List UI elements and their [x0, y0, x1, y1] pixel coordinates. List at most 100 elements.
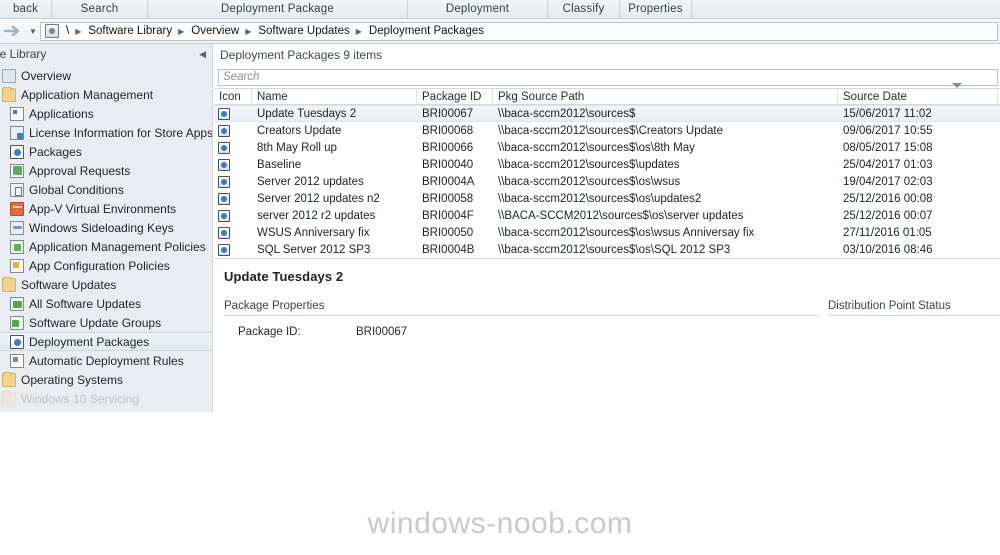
detail-pane: Update Tuesdays 2 Package Properties Pac… [214, 260, 1000, 338]
sidebar-item-label: Operating Systems [21, 372, 124, 387]
distribution-point-status-column: Distribution Point Status [818, 300, 1000, 338]
row-icon-cell [214, 192, 252, 205]
sidebar-item-deployment-packages[interactable]: Deployment Packages [0, 332, 212, 351]
table-row[interactable]: Server 2012 updates n2 BRI00058 \\baca-scc… [214, 190, 1000, 207]
sidebar-item-app-configuration-policies[interactable]: App Configuration Policies [0, 256, 212, 275]
navigation-pane-header: are Library ◀ [0, 44, 212, 64]
cell-source-path: \\baca-sccm2012\sources$\updates [498, 158, 680, 171]
cell-source-date: 09/06/2017 10:55 [843, 124, 933, 137]
package-properties-list: Package ID: BRI00067 [224, 316, 818, 338]
sidebar-item-automatic-deployment-rules[interactable]: Automatic Deployment Rules [0, 351, 212, 370]
breadcrumb-item[interactable]: Deployment Packages [366, 25, 487, 37]
table-row[interactable]: WSUS Anniversary fix BRI00050 \\baca-sccm2… [214, 224, 1000, 241]
search-input[interactable]: Search [218, 68, 998, 86]
sidebar-item-label: Windows Sideloading Keys [29, 220, 174, 235]
chevron-right-icon[interactable]: ▶ [72, 27, 85, 36]
table-row[interactable]: Baseline BRI00040 \\baca-sccm2012\sources$… [214, 156, 1000, 173]
package-icon [218, 124, 230, 137]
sidebar-item-label: Application Management [21, 87, 154, 102]
sidebar-item-windows-sideloading-keys[interactable]: Windows Sideloading Keys [0, 218, 212, 237]
distribution-point-status-heading: Distribution Point Status [828, 300, 1000, 316]
chevron-right-icon[interactable]: ▶ [353, 27, 366, 36]
chevron-right-icon[interactable]: ▶ [175, 27, 188, 36]
forward-arrow-icon[interactable] [0, 19, 26, 44]
sidebar-item-label: Overview [21, 68, 72, 83]
cell-package-id: BRI00067 [422, 107, 474, 120]
cell-source-path: \\baca-sccm2012\sources$ [498, 107, 636, 120]
sidebar-item-license-information-for-store-apps[interactable]: License Information for Store Apps [0, 123, 212, 142]
breadcrumb-item[interactable]: Overview [188, 25, 242, 37]
table-row[interactable]: Creators Update BRI00068 \\baca-sccm2012\s… [214, 122, 1000, 139]
sidebar-item-global-conditions[interactable]: Global Conditions [0, 180, 212, 199]
ribbon-tab-back[interactable]: back [0, 0, 52, 18]
navigation-tree: Overview Application Management Applicatio… [0, 64, 212, 408]
ribbon-tab-search[interactable]: Search [52, 0, 148, 18]
package-list: Update Tuesdays 2 BRI00067 \\baca-sccm2012… [214, 105, 1000, 258]
breadcrumb-item[interactable]: Software Library [85, 25, 175, 37]
collapse-left-icon[interactable]: ◀ [199, 49, 206, 60]
sidebar-item-label: Applications [29, 106, 94, 121]
cell-package-id: BRI00058 [422, 192, 474, 205]
search-row: Search [214, 66, 1000, 88]
sidebar-item-label: Automatic Deployment Rules [29, 353, 184, 368]
table-row[interactable]: Server 2012 updates BRI0004A \\baca-sccm20… [214, 173, 1000, 190]
sidebar-item-software-update-groups[interactable]: Software Update Groups [0, 313, 212, 332]
cell-name: WSUS Anniversary fix [257, 226, 370, 239]
sidebar-item-software-updates[interactable]: Software Updates [0, 275, 212, 294]
column-header-name[interactable]: Name [252, 89, 417, 104]
breadcrumb-item[interactable]: \ [63, 25, 72, 37]
column-header-package-id[interactable]: Package ID [417, 89, 493, 104]
sidebar-item-label: Software Update Groups [29, 315, 162, 330]
app-configuration-policy-icon [10, 258, 24, 273]
sidebar-item-applications[interactable]: Applications [0, 104, 212, 123]
breadcrumb[interactable]: \ ▶ Software Library ▶ Overview ▶ Software Upd… [40, 21, 998, 41]
cell-package-id: BRI00050 [422, 226, 474, 239]
sort-descending-icon [952, 83, 962, 88]
sideloading-keys-icon [10, 220, 24, 235]
package-icon [218, 226, 230, 239]
sidebar-item-all-software-updates[interactable]: All Software Updates [0, 294, 212, 313]
list-title: Deployment Packages 9 items [214, 44, 1000, 66]
sidebar-item-app-v-virtual-environments[interactable]: App-V Virtual Environments [0, 199, 212, 218]
column-header-source-date[interactable]: Source Date [838, 89, 998, 104]
table-row[interactable]: 8th May Roll up BRI00066 \\baca-sccm2012\s… [214, 139, 1000, 156]
global-conditions-icon [10, 182, 24, 197]
cell-name: 8th May Roll up [257, 141, 337, 154]
chevron-right-icon[interactable]: ▶ [242, 27, 255, 36]
cell-source-date: 19/04/2017 02:03 [843, 175, 933, 188]
sidebar-item-label: Approval Requests [29, 163, 131, 178]
package-icon [10, 334, 24, 349]
sidebar-item-packages[interactable]: Packages [0, 142, 212, 161]
license-icon [10, 125, 24, 140]
cell-package-id: BRI00066 [422, 141, 474, 154]
sidebar-item-approval-requests[interactable]: Approval Requests [0, 161, 212, 180]
package-icon [10, 144, 24, 159]
sidebar-item-windows-10-servicing[interactable]: Windows 10 Servicing [0, 389, 212, 408]
cell-source-path: \\baca-sccm2012\sources$\os\8th May [498, 141, 695, 154]
cell-source-date: 27/11/2016 01:05 [843, 226, 932, 239]
table-row[interactable]: Update Tuesdays 2 BRI00067 \\baca-sccm2012… [214, 105, 1000, 122]
ribbon-tab-classify[interactable]: Classify [548, 0, 620, 18]
ribbon-tab-properties[interactable]: Properties [620, 0, 692, 18]
property-value: BRI00067 [356, 326, 408, 338]
table-row[interactable]: SQL Server 2012 SP3 BRI0004B \\baca-sccm20… [214, 241, 1000, 258]
sidebar-item-application-management[interactable]: Application Management [0, 85, 212, 104]
cell-name: Creators Update [257, 124, 342, 137]
sidebar-item-label: Software Updates [21, 277, 117, 292]
sidebar-item-overview[interactable]: Overview [0, 66, 212, 85]
column-header-source-path[interactable]: Pkg Source Path [493, 89, 838, 104]
chevron-down-icon[interactable]: ▼ [26, 19, 40, 44]
ribbon-tab-deployment-package[interactable]: Deployment Package [148, 0, 408, 18]
breadcrumb-item[interactable]: Software Updates [255, 25, 352, 37]
table-row[interactable]: server 2012 r2 updates BRI0004F \\BACA-SCC… [214, 207, 1000, 224]
column-header-icon[interactable]: Icon [214, 89, 252, 104]
package-properties-column: Package Properties Package ID: BRI00067 [214, 300, 818, 338]
cell-package-id: BRI0004B [422, 243, 475, 256]
row-icon-cell [214, 226, 252, 239]
row-icon-cell [214, 107, 252, 120]
sidebar-item-application-management-policies[interactable]: Application Management Policies [0, 237, 212, 256]
sidebar-item-operating-systems[interactable]: Operating Systems [0, 370, 212, 389]
package-icon [218, 141, 230, 154]
ribbon-tab-deployment[interactable]: Deployment [408, 0, 548, 18]
row-icon-cell [214, 243, 252, 256]
